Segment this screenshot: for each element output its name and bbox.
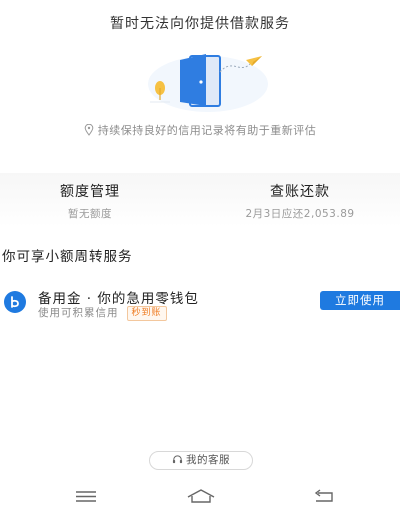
b-logo-icon xyxy=(4,291,26,313)
repay-title: 查账还款 xyxy=(270,184,330,200)
instant-badge: 秒到账 xyxy=(126,306,167,321)
system-navbar xyxy=(0,480,400,510)
status-title: 暂时无法向你提供借款服务 xyxy=(110,16,290,32)
credit-tip-text: 持续保持良好的信用记录将有助于重新评估 xyxy=(97,124,317,137)
menu-icon[interactable] xyxy=(73,487,99,505)
home-icon[interactable] xyxy=(186,487,216,505)
service-desc: 使用可积累信用 秒到账 xyxy=(38,305,167,321)
quota-subtitle: 暂无额度 xyxy=(68,208,112,220)
location-pin-icon xyxy=(84,124,94,136)
summary-panel: 额度管理 暂无额度 查账还款 2月3日应还2,053.89 xyxy=(0,173,400,227)
customer-service-label: 我的客服 xyxy=(186,454,230,466)
credit-tip: 持续保持良好的信用记录将有助于重新评估 xyxy=(0,122,400,138)
door-illustration xyxy=(148,54,268,112)
service-name[interactable]: 备用金 · 你的急用零钱包 xyxy=(38,287,199,307)
repay-subtitle: 2月3日应还2,053.89 xyxy=(245,208,355,220)
quota-management[interactable]: 额度管理 暂无额度 xyxy=(0,181,190,221)
bill-repayment[interactable]: 查账还款 2月3日应还2,053.89 xyxy=(200,181,400,221)
section-title: 你可享小额周转服务 xyxy=(2,249,133,265)
service-desc-text: 使用可积累信用 xyxy=(38,307,119,319)
quota-title: 额度管理 xyxy=(60,184,120,200)
headset-icon xyxy=(172,455,183,464)
customer-service-button[interactable]: 我的客服 xyxy=(149,451,253,470)
back-icon[interactable] xyxy=(311,487,337,505)
use-now-button[interactable]: 立即使用 xyxy=(320,291,400,310)
